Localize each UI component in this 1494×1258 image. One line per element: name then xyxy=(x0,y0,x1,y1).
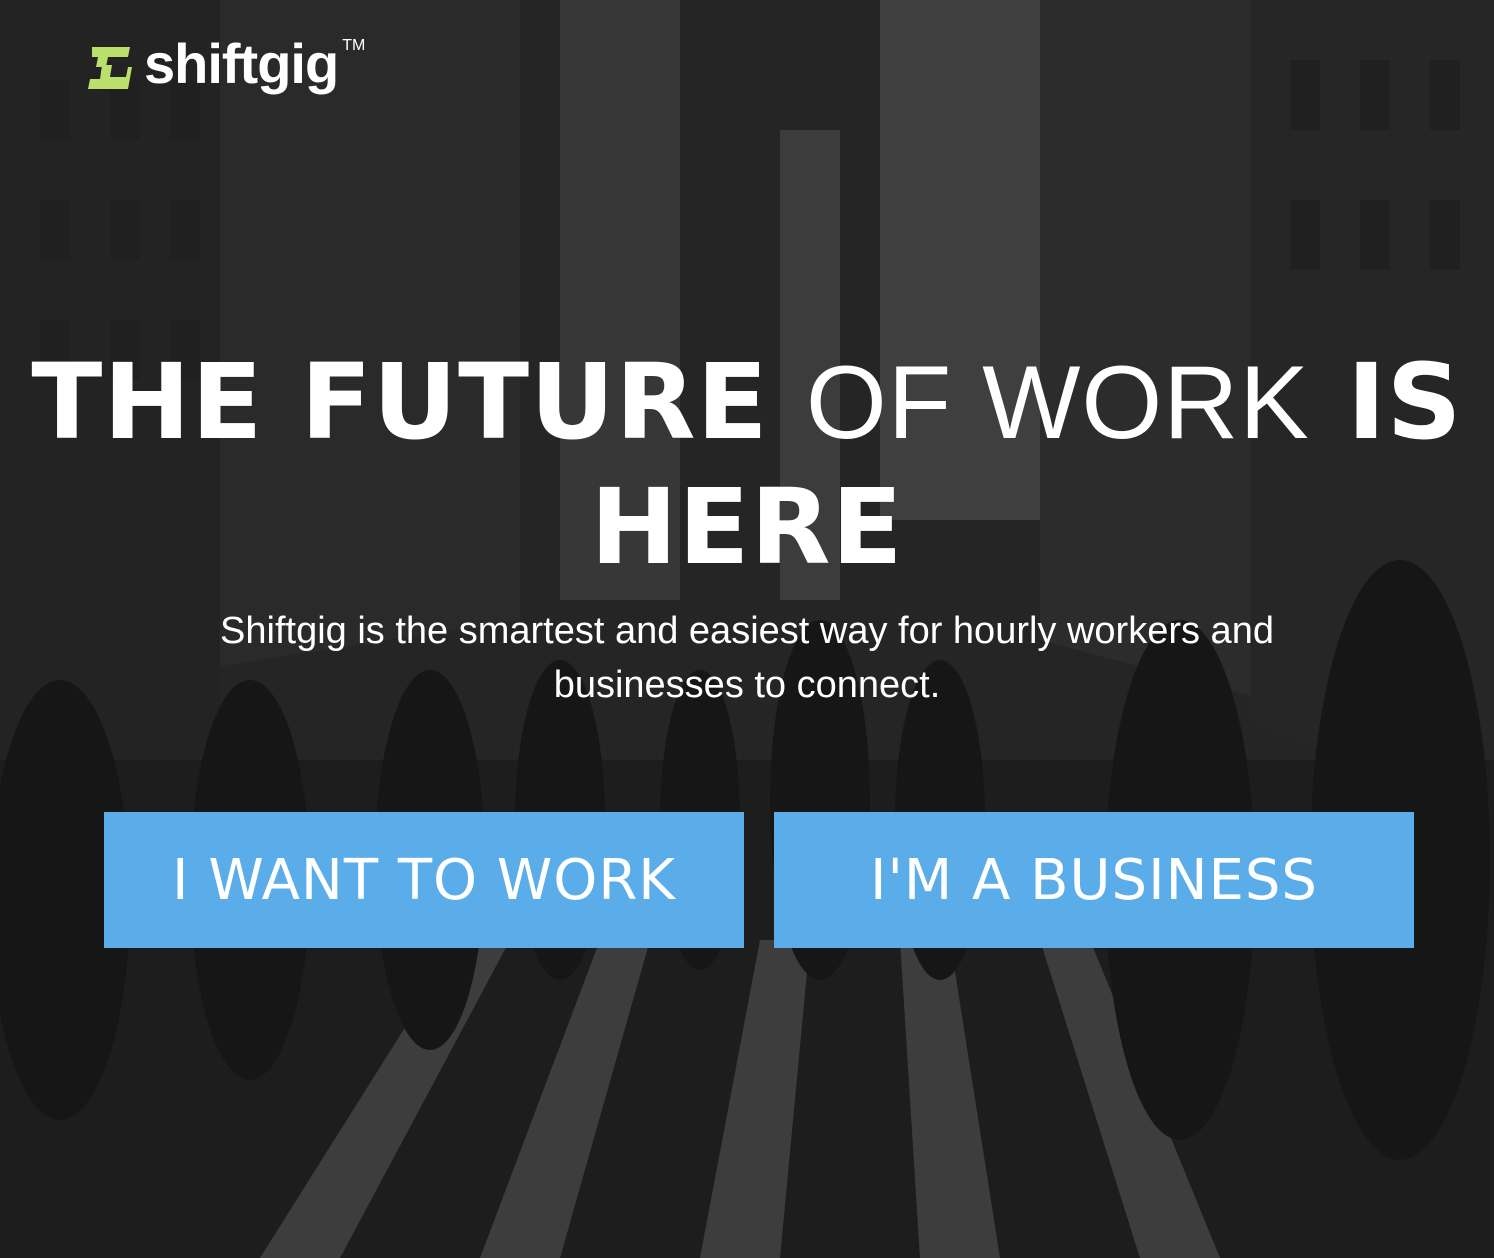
im-a-business-button[interactable]: I'M A BUSINESS xyxy=(774,812,1414,948)
brand-name: shiftgig xyxy=(144,32,339,95)
brand-logo[interactable]: shiftgig TM xyxy=(86,36,366,96)
shiftgig-logo-icon xyxy=(88,47,132,89)
hero-subtitle: Shiftgig is the smartest and easiest way… xyxy=(220,610,1274,706)
trademark-symbol: TM xyxy=(342,37,366,54)
hero-headline: THE FUTURE OF WORK IS HERE xyxy=(0,340,1494,589)
want-to-work-button[interactable]: I WANT TO WORK xyxy=(104,812,744,948)
headline-part-4: HERE xyxy=(590,466,904,588)
headline-part-1: THE FUTURE xyxy=(31,341,769,463)
headline-part-3: IS xyxy=(1346,341,1463,463)
hero-section: shiftgig TM THE FUTURE OF WORK IS HERE S… xyxy=(0,0,1494,1258)
headline-part-2: OF WORK xyxy=(805,345,1310,461)
